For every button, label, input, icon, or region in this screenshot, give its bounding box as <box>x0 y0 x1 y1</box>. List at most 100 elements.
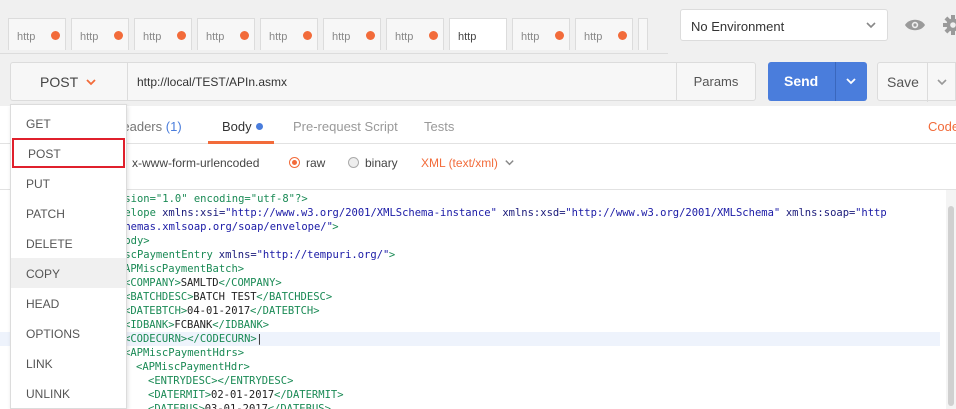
save-button[interactable]: Save <box>877 62 956 102</box>
code-token: </DATEBTCH> <box>250 305 320 317</box>
code-token: xmlns:xsi= <box>162 207 226 219</box>
radio-binary[interactable] <box>348 157 359 168</box>
request-tab-label: http <box>269 31 288 43</box>
environment-select[interactable]: No Environment <box>680 9 888 41</box>
tab-pre-request-script[interactable]: Pre-request Script <box>293 119 398 134</box>
method-select[interactable]: POST <box>10 62 127 101</box>
code-token: <IDBANK> <box>124 319 175 331</box>
request-tab[interactable]: http <box>323 18 381 50</box>
method-option-unlink[interactable]: UNLINK <box>11 378 126 408</box>
code-line: <BATCHDESC> BATCH TEST </BATCHDESC> <box>0 290 940 304</box>
params-button[interactable]: Params <box>676 62 756 101</box>
method-option-copy[interactable]: COPY <box>11 258 126 288</box>
method-option-label: DELETE <box>26 237 73 251</box>
chevron-down-icon <box>86 79 96 86</box>
code-token: xmlns:xsd= <box>496 207 566 219</box>
method-option-label: PUT <box>26 177 50 191</box>
content-type-label: XML (text/xml) <box>421 156 498 170</box>
code-line: APMiscPaymentBatch> <box>0 262 940 276</box>
request-tab[interactable]: http <box>260 18 318 50</box>
method-option-head[interactable]: HEAD <box>11 288 126 318</box>
send-button-label: Send <box>784 73 819 89</box>
body-indicator-dot <box>255 123 263 130</box>
code-token: </IDBANK> <box>212 319 270 331</box>
code-editor[interactable]: rsion="1.0" encoding="utf-8"?> velope xml… <box>0 190 956 409</box>
method-option-post[interactable]: POST <box>12 138 125 168</box>
environment-select-label: No Environment <box>691 19 785 34</box>
method-option-get[interactable]: GET <box>11 108 126 138</box>
code-token: 02-01-2017 <box>211 389 275 401</box>
code-token: "http <box>855 207 887 219</box>
code-token: "http://tempuri.org/" <box>256 249 390 261</box>
request-tab[interactable]: http <box>449 18 507 50</box>
method-option-put[interactable]: PUT <box>11 168 126 198</box>
code-line: <DATEBUS> 03-01-2017 </DATEBUS> <box>0 402 940 409</box>
body-type-binary[interactable]: binary <box>348 156 398 170</box>
method-option-delete[interactable]: DELETE <box>11 228 126 258</box>
eye-icon[interactable] <box>900 9 930 41</box>
tab-tests[interactable]: Tests <box>424 119 454 134</box>
environment-area: No Environment <box>668 0 956 54</box>
code-token: <BATCHDESC> <box>124 291 194 303</box>
request-section-tabs: Headers (1) Body Pre-request Script Test… <box>0 106 956 144</box>
send-button[interactable]: Send <box>768 62 867 101</box>
body-type-raw-label: raw <box>306 156 326 170</box>
code-token: iscPaymentEntry <box>118 249 220 261</box>
code-line: rsion="1.0" encoding="utf-8"?> <box>0 192 940 206</box>
method-option-label: POST <box>28 147 61 161</box>
code-token: <DATERMIT> <box>148 389 212 401</box>
code-token: <CODECURN></CODECURN> <box>124 333 257 345</box>
scrollbar-thumb[interactable] <box>948 206 954 406</box>
method-option-options[interactable]: OPTIONS <box>11 318 126 348</box>
body-type-raw[interactable]: raw <box>289 156 325 170</box>
code-line: chemas.xmlsoap.org/soap/envelope/" > <box>0 220 940 234</box>
content-type-select[interactable]: XML (text/xml) <box>421 156 515 170</box>
request-tab-label: http <box>80 31 99 43</box>
body-type-urlencoded[interactable]: x-www-form-urlencoded <box>132 156 259 170</box>
unsaved-dot-icon <box>114 31 123 40</box>
request-tab[interactable]: http <box>71 18 129 50</box>
headers-count-badge: (1) <box>165 119 182 134</box>
method-dropdown-menu: GET POST PUT PATCH DELETE COPY HEAD OPTIONS LINK… <box>10 104 127 409</box>
request-tab-label: http <box>206 31 225 43</box>
chevron-down-icon[interactable] <box>936 76 948 88</box>
code-token: > <box>332 221 339 233</box>
method-option-label: UNLINK <box>26 387 71 401</box>
code-token: </BATCHDESC> <box>256 291 333 303</box>
code-token: 04-01-2017 <box>187 305 251 317</box>
code-token: xmlns= <box>218 249 257 261</box>
unsaved-dot-icon <box>177 31 186 40</box>
unsaved-dot-icon <box>240 31 249 40</box>
code-line: <CODECURN></CODECURN> | <box>0 332 940 346</box>
unsaved-dot-icon <box>618 31 627 40</box>
unsaved-dot-icon <box>429 31 438 40</box>
gear-icon[interactable] <box>938 9 956 41</box>
code-token: xmlns:soap= <box>779 207 856 219</box>
send-button-divider <box>835 62 836 101</box>
method-option-label: COPY <box>26 267 61 281</box>
chevron-down-icon <box>505 160 514 166</box>
request-tab-overflow[interactable] <box>638 18 648 50</box>
request-tab[interactable]: http <box>386 18 444 50</box>
tab-body[interactable]: Body <box>222 119 263 134</box>
chevron-down-icon <box>866 22 876 29</box>
request-tab[interactable]: http <box>134 18 192 50</box>
code-token: BATCH TEST <box>193 291 257 303</box>
request-tab[interactable]: http <box>575 18 633 50</box>
request-tab[interactable]: http <box>8 18 66 50</box>
request-tab-bar: http http http http http http http http http http <box>0 0 668 54</box>
code-link[interactable]: Code <box>928 119 956 134</box>
chevron-down-icon[interactable] <box>845 75 857 87</box>
method-option-patch[interactable]: PATCH <box>11 198 126 228</box>
code-line: <ENTRYDESC></ENTRYDESC> <box>0 374 940 388</box>
code-line: velope xmlns:xsi= "http://www.w3.org/2001… <box>0 206 940 220</box>
code-line: <APMiscPaymentHdrs> <box>0 346 940 360</box>
editor-scrollbar[interactable] <box>946 190 956 409</box>
url-input[interactable]: http://local/TEST/APIn.asmx <box>127 62 677 101</box>
radio-raw[interactable] <box>289 157 300 168</box>
code-line: <IDBANK> FCBANK </IDBANK> <box>0 318 940 332</box>
request-tab[interactable]: http <box>512 18 570 50</box>
unsaved-dot-icon <box>51 31 60 40</box>
method-option-link[interactable]: LINK <box>11 348 126 378</box>
request-tab[interactable]: http <box>197 18 255 50</box>
